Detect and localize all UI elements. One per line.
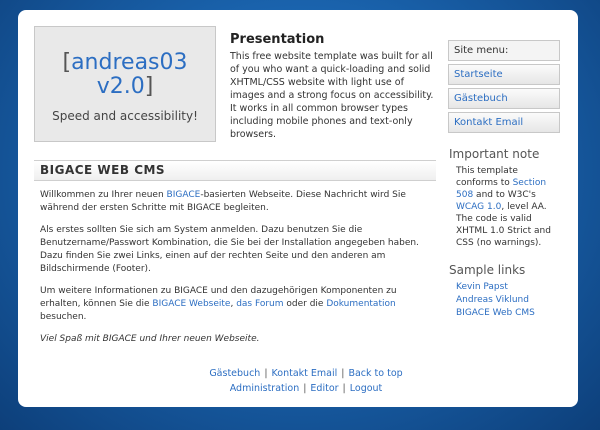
logo-name: andreas03: [71, 50, 188, 75]
site-logo: [andreas03 v2.0] Speed and accessibility…: [34, 26, 216, 142]
bigace-link[interactable]: BIGACE: [167, 190, 201, 200]
note-text-a: This template conforms to: [456, 166, 518, 188]
menu-item-startseite[interactable]: Startseite: [448, 64, 560, 85]
footer-logout-link[interactable]: Logout: [350, 383, 383, 394]
footer-row-1: Gästebuch | Kontakt Email | Back to top: [126, 366, 486, 381]
logo-slogan: Speed and accessibility!: [52, 109, 198, 123]
main-content: Willkommen zu Ihrer neuen BIGACE-basiert…: [40, 189, 432, 355]
logo-bracket-open: [: [62, 50, 72, 75]
logo-bracket-close: ]: [144, 74, 154, 99]
menu-item-gaestebuch[interactable]: Gästebuch: [448, 88, 560, 109]
footer-separator: |: [342, 383, 346, 394]
footer-gaestebuch-link[interactable]: Gästebuch: [209, 368, 260, 379]
documentation-link[interactable]: Dokumentation: [326, 299, 395, 309]
info-text-c: besuchen.: [40, 312, 87, 322]
menu-item-kontakt-email[interactable]: Kontakt Email: [448, 112, 560, 133]
section-title: BIGACE WEB CMS: [34, 160, 436, 181]
intro-title: Presentation: [230, 32, 325, 47]
footer-administration-link[interactable]: Administration: [230, 383, 300, 394]
logo-title: [andreas03 v2.0]: [35, 51, 215, 99]
intro-text: This free website template was built for…: [230, 51, 434, 140]
logo-version: v2.0: [96, 74, 145, 99]
forum-link[interactable]: das Forum: [236, 299, 283, 309]
page-container: [andreas03 v2.0] Speed and accessibility…: [18, 10, 578, 407]
paragraph-login: Als erstes sollten Sie sich am System an…: [40, 225, 419, 274]
welcome-text-a: Willkommen zu Ihrer neuen: [40, 190, 167, 200]
footer-back-to-top-link[interactable]: Back to top: [348, 368, 402, 379]
bigace-website-link[interactable]: BIGACE Webseite: [152, 299, 230, 309]
sample-link-kevin-papst[interactable]: Kevin Papst: [456, 281, 560, 294]
sample-links: Kevin Papst Andreas Viklund BIGACE Web C…: [448, 281, 560, 320]
footer-kontakt-email-link[interactable]: Kontakt Email: [272, 368, 338, 379]
footer-row-2: Administration | Editor | Logout: [126, 381, 486, 396]
footer-separator: |: [303, 383, 307, 394]
footer-separator: |: [341, 368, 345, 379]
important-note-text: This template conforms to Section 508 an…: [448, 165, 556, 249]
sidebar: Site menu: Startseite Gästebuch Kontakt …: [448, 40, 560, 320]
important-note-title: Important note: [449, 147, 540, 161]
paragraph-closing: Viel Spaß mit BIGACE und Ihrer neuen Web…: [40, 334, 260, 344]
footer-separator: |: [264, 368, 268, 379]
info-text-b: oder die: [283, 299, 327, 309]
paragraph-welcome: Willkommen zu Ihrer neuen BIGACE-basiert…: [40, 189, 432, 215]
intro-block: Presentation This free website template …: [230, 32, 435, 141]
sample-link-bigace-web-cms[interactable]: BIGACE Web CMS: [456, 307, 560, 320]
note-text-b: and to W3C's: [473, 190, 536, 200]
site-menu-title: Site menu:: [448, 40, 560, 61]
footer: Gästebuch | Kontakt Email | Back to top Admi…: [18, 366, 578, 396]
sample-links-title: Sample links: [449, 263, 526, 277]
sample-link-andreas-viklund[interactable]: Andreas Viklund: [456, 294, 560, 307]
footer-editor-link[interactable]: Editor: [310, 383, 338, 394]
paragraph-info: Um weitere Informationen zu BIGACE und d…: [40, 285, 432, 324]
wcag-link[interactable]: WCAG 1.0: [456, 202, 501, 212]
